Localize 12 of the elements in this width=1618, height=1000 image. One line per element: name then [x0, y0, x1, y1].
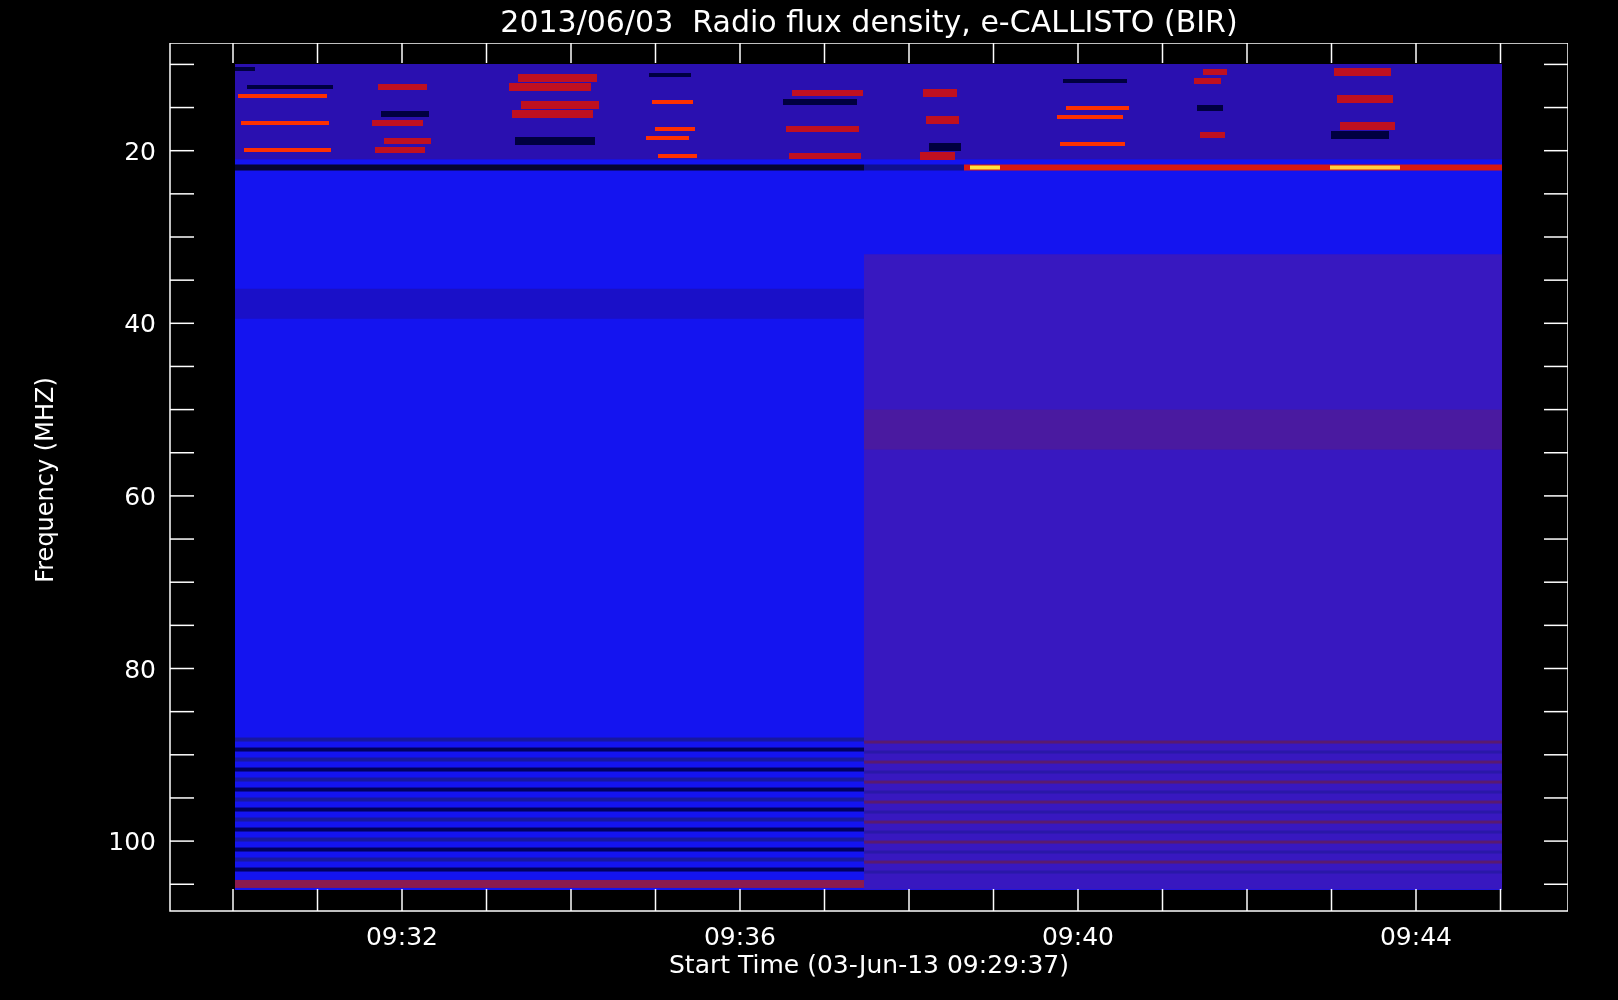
chart-title: 2013/06/03 Radio flux density, e-CALLISTO (BIR): [499, 3, 1239, 41]
y-tick-label: 20: [124, 136, 156, 166]
y-tick-label: 40: [124, 309, 156, 339]
y-axis-label: Frequency (MHZ): [30, 377, 60, 583]
y-tick-label: 100: [108, 827, 156, 857]
x-tick-label: 09:44: [1380, 922, 1452, 950]
x-axis-label: Start Time (03-Jun-13 09:29:37): [668, 950, 1070, 980]
x-tick-label: 09:36: [704, 922, 776, 950]
y-tick-label: 60: [124, 481, 156, 511]
x-tick-label: 09:40: [1042, 922, 1114, 950]
y-tick-label: 80: [124, 654, 156, 684]
x-tick-label: 09:32: [366, 922, 438, 950]
